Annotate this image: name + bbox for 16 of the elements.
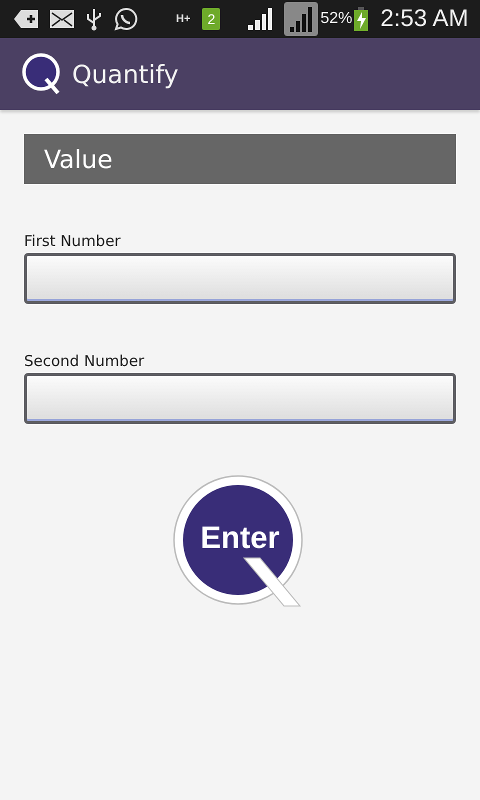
- app-title: Quantify: [72, 60, 179, 88]
- backspace-icon: [14, 10, 38, 28]
- battery-charging-icon: [354, 7, 368, 31]
- chat-icon: [114, 7, 138, 31]
- field-label: Second Number: [24, 352, 146, 370]
- mail-icon: [50, 10, 74, 28]
- usb-icon: [86, 7, 102, 31]
- number-input-field[interactable]: [24, 373, 456, 424]
- section-header: Value: [24, 134, 456, 184]
- field-label: First Number: [24, 232, 122, 250]
- signal-icon: [248, 8, 272, 30]
- number-input-field[interactable]: [24, 253, 456, 304]
- clock-time: 2:53 AM: [380, 5, 468, 33]
- sim-indicator: 2: [202, 8, 220, 30]
- network-type: H+: [176, 14, 190, 24]
- battery-percentage: 52%: [320, 10, 352, 28]
